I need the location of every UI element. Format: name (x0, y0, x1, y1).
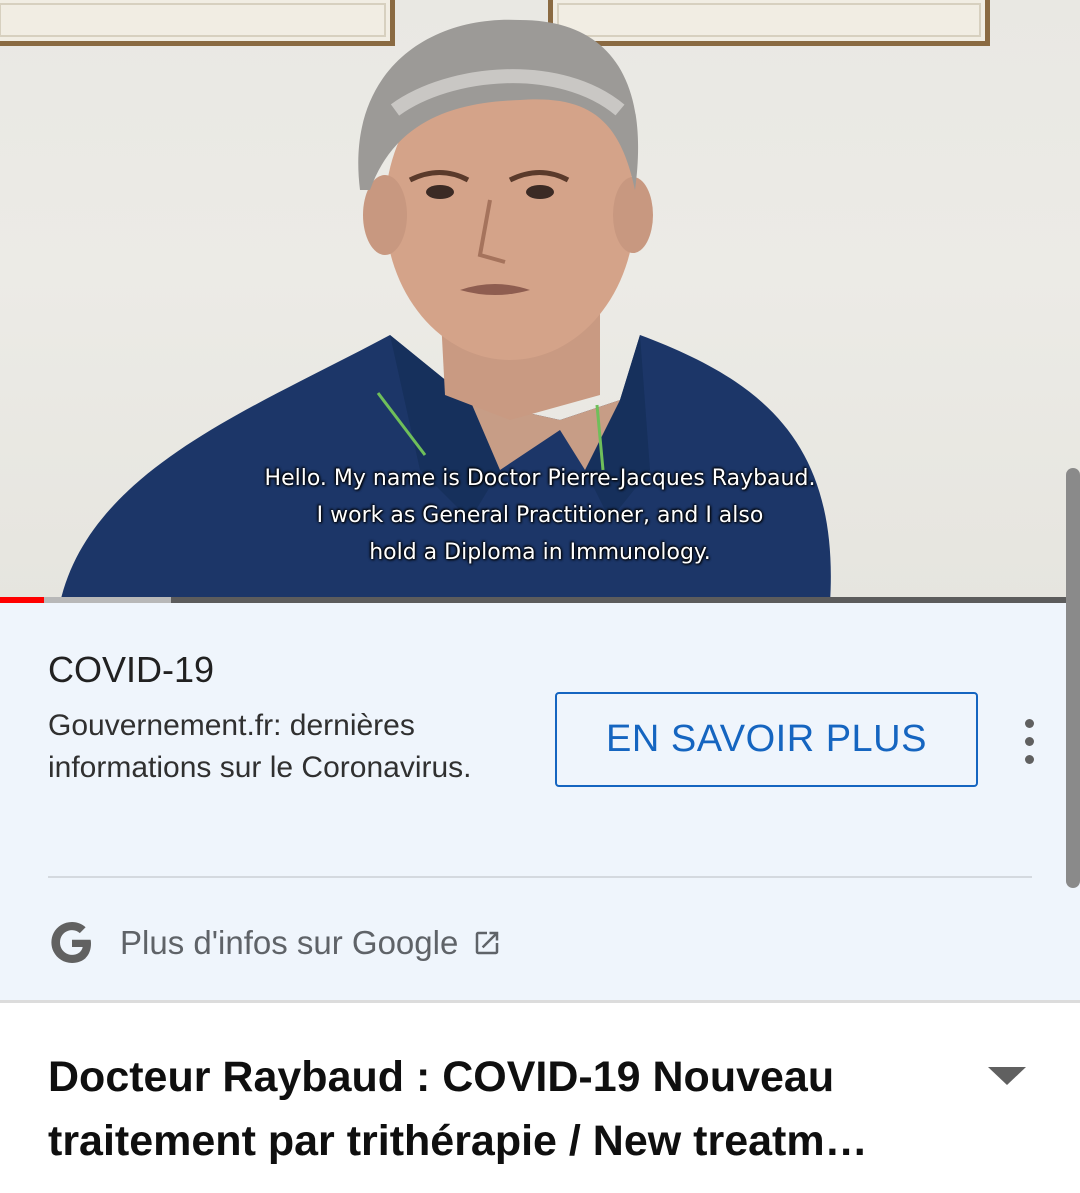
divider (0, 1000, 1080, 1003)
video-title-line: traitement par trithérapie / New treatm… (48, 1117, 868, 1165)
external-link-icon (476, 931, 499, 955)
google-g-icon (51, 922, 91, 963)
more-options-icon[interactable] (1010, 713, 1048, 769)
closed-captions: Hello. My name is Doctor Pierre-Jacques … (0, 460, 1080, 571)
caption-line: I work as General Practitioner, and I al… (316, 503, 764, 528)
scrollbar[interactable] (1066, 468, 1080, 888)
ad-description: Gouvernement.fr: dernières informations … (48, 709, 472, 784)
ad-title: COVID-19 (48, 649, 215, 690)
google-info-link[interactable]: Plus d'infos sur Google (48, 918, 502, 968)
divider (48, 876, 1032, 878)
promoted-ad-card: COVID-19 Gouvernement.fr: dernières info… (0, 603, 1080, 1003)
video-player[interactable]: Hello. My name is Doctor Pierre-Jacques … (0, 0, 1080, 603)
caption-line: hold a Diploma in Immunology. (369, 540, 711, 565)
video-title-line: Docteur Raybaud : COVID-19 Nouveau (48, 1053, 835, 1101)
video-title[interactable]: Docteur Raybaud : COVID-19 Nouveau trait… (48, 1045, 953, 1173)
learn-more-button[interactable]: EN SAVOIR PLUS (555, 692, 978, 787)
google-info-label: Plus d'infos sur Google (120, 924, 459, 961)
caption-line: Hello. My name is Doctor Pierre-Jacques … (264, 466, 816, 491)
expand-description-icon[interactable] (986, 1064, 1028, 1088)
